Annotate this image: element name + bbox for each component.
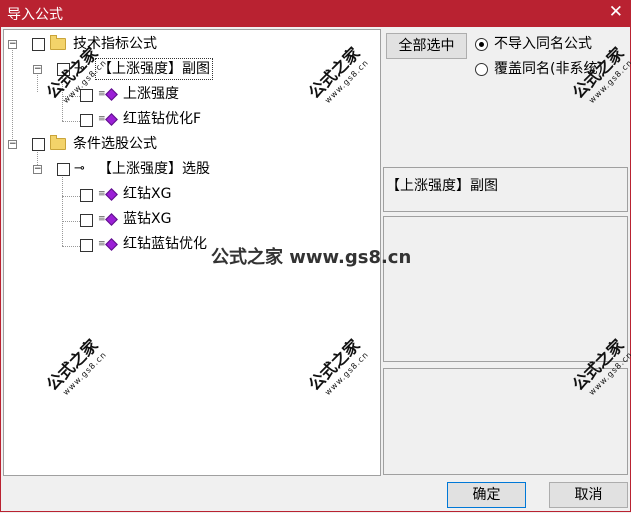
close-icon[interactable]: ✕: [609, 2, 623, 22]
gem-icon: [105, 188, 118, 201]
tree-group-label: 条件选股公式: [73, 136, 157, 152]
collapse-icon[interactable]: −: [8, 140, 17, 149]
gem-icon: [105, 113, 118, 126]
collapse-icon[interactable]: −: [33, 165, 42, 174]
formula-info-text: 【上涨强度】副图: [386, 178, 498, 194]
collapse-icon[interactable]: −: [33, 65, 42, 74]
group-checkbox[interactable]: [32, 38, 45, 51]
formula-info-box: 【上涨强度】副图: [383, 167, 628, 212]
tree-leaf[interactable]: ≡ 红钻XG: [4, 184, 374, 204]
group-checkbox[interactable]: [32, 138, 45, 151]
gem-icon: [105, 238, 118, 251]
leaf-checkbox[interactable]: [80, 239, 93, 252]
tree-formula-label: 【上涨强度】副图: [95, 58, 213, 80]
tree-leaf-label: 红蓝钻优化F: [123, 111, 202, 127]
key-icon: ⊸: [74, 161, 85, 176]
tree-leaf-label: 红钻XG: [123, 186, 172, 202]
leaf-checkbox[interactable]: [80, 189, 93, 202]
folder-icon: [50, 135, 66, 150]
tree-group-indicator[interactable]: − 技术指标公式: [4, 34, 374, 54]
collapse-icon[interactable]: −: [8, 40, 17, 49]
tree-leaf[interactable]: ≡ 红蓝钻优化F: [4, 109, 374, 129]
radio-overwrite-same[interactable]: [475, 63, 488, 76]
tree-formula-label: 【上涨强度】选股: [98, 161, 210, 177]
tree-leaf-label: 蓝钻XG: [123, 211, 172, 227]
leaf-checkbox[interactable]: [80, 89, 93, 102]
tree-formula-item[interactable]: − ⊸ 【上涨强度】选股: [4, 159, 374, 179]
title-bar: 导入公式 ✕: [0, 0, 631, 27]
window-title: 导入公式: [7, 7, 63, 23]
radio-no-import-same[interactable]: [475, 38, 488, 51]
ok-button[interactable]: 确定: [447, 482, 526, 508]
tree-leaf-label: 上涨强度: [123, 86, 179, 102]
leaf-checkbox[interactable]: [80, 114, 93, 127]
folder-icon: [50, 35, 66, 50]
gem-icon: [105, 213, 118, 226]
tree-leaf-label: 红钻蓝钻优化: [123, 236, 207, 252]
watermark-center: 公式之家 www.gs8.cn: [211, 247, 412, 268]
formula-checkbox[interactable]: [57, 163, 70, 176]
description-panel: [383, 216, 628, 362]
radio-label: 不导入同名公式: [494, 36, 592, 52]
gem-icon: [105, 88, 118, 101]
leaf-checkbox[interactable]: [80, 214, 93, 227]
cancel-button[interactable]: 取消: [549, 482, 628, 508]
tree-leaf[interactable]: ≡ 蓝钻XG: [4, 209, 374, 229]
select-all-button[interactable]: 全部选中: [386, 33, 467, 59]
tree-group-selection[interactable]: − 条件选股公式: [4, 134, 374, 154]
